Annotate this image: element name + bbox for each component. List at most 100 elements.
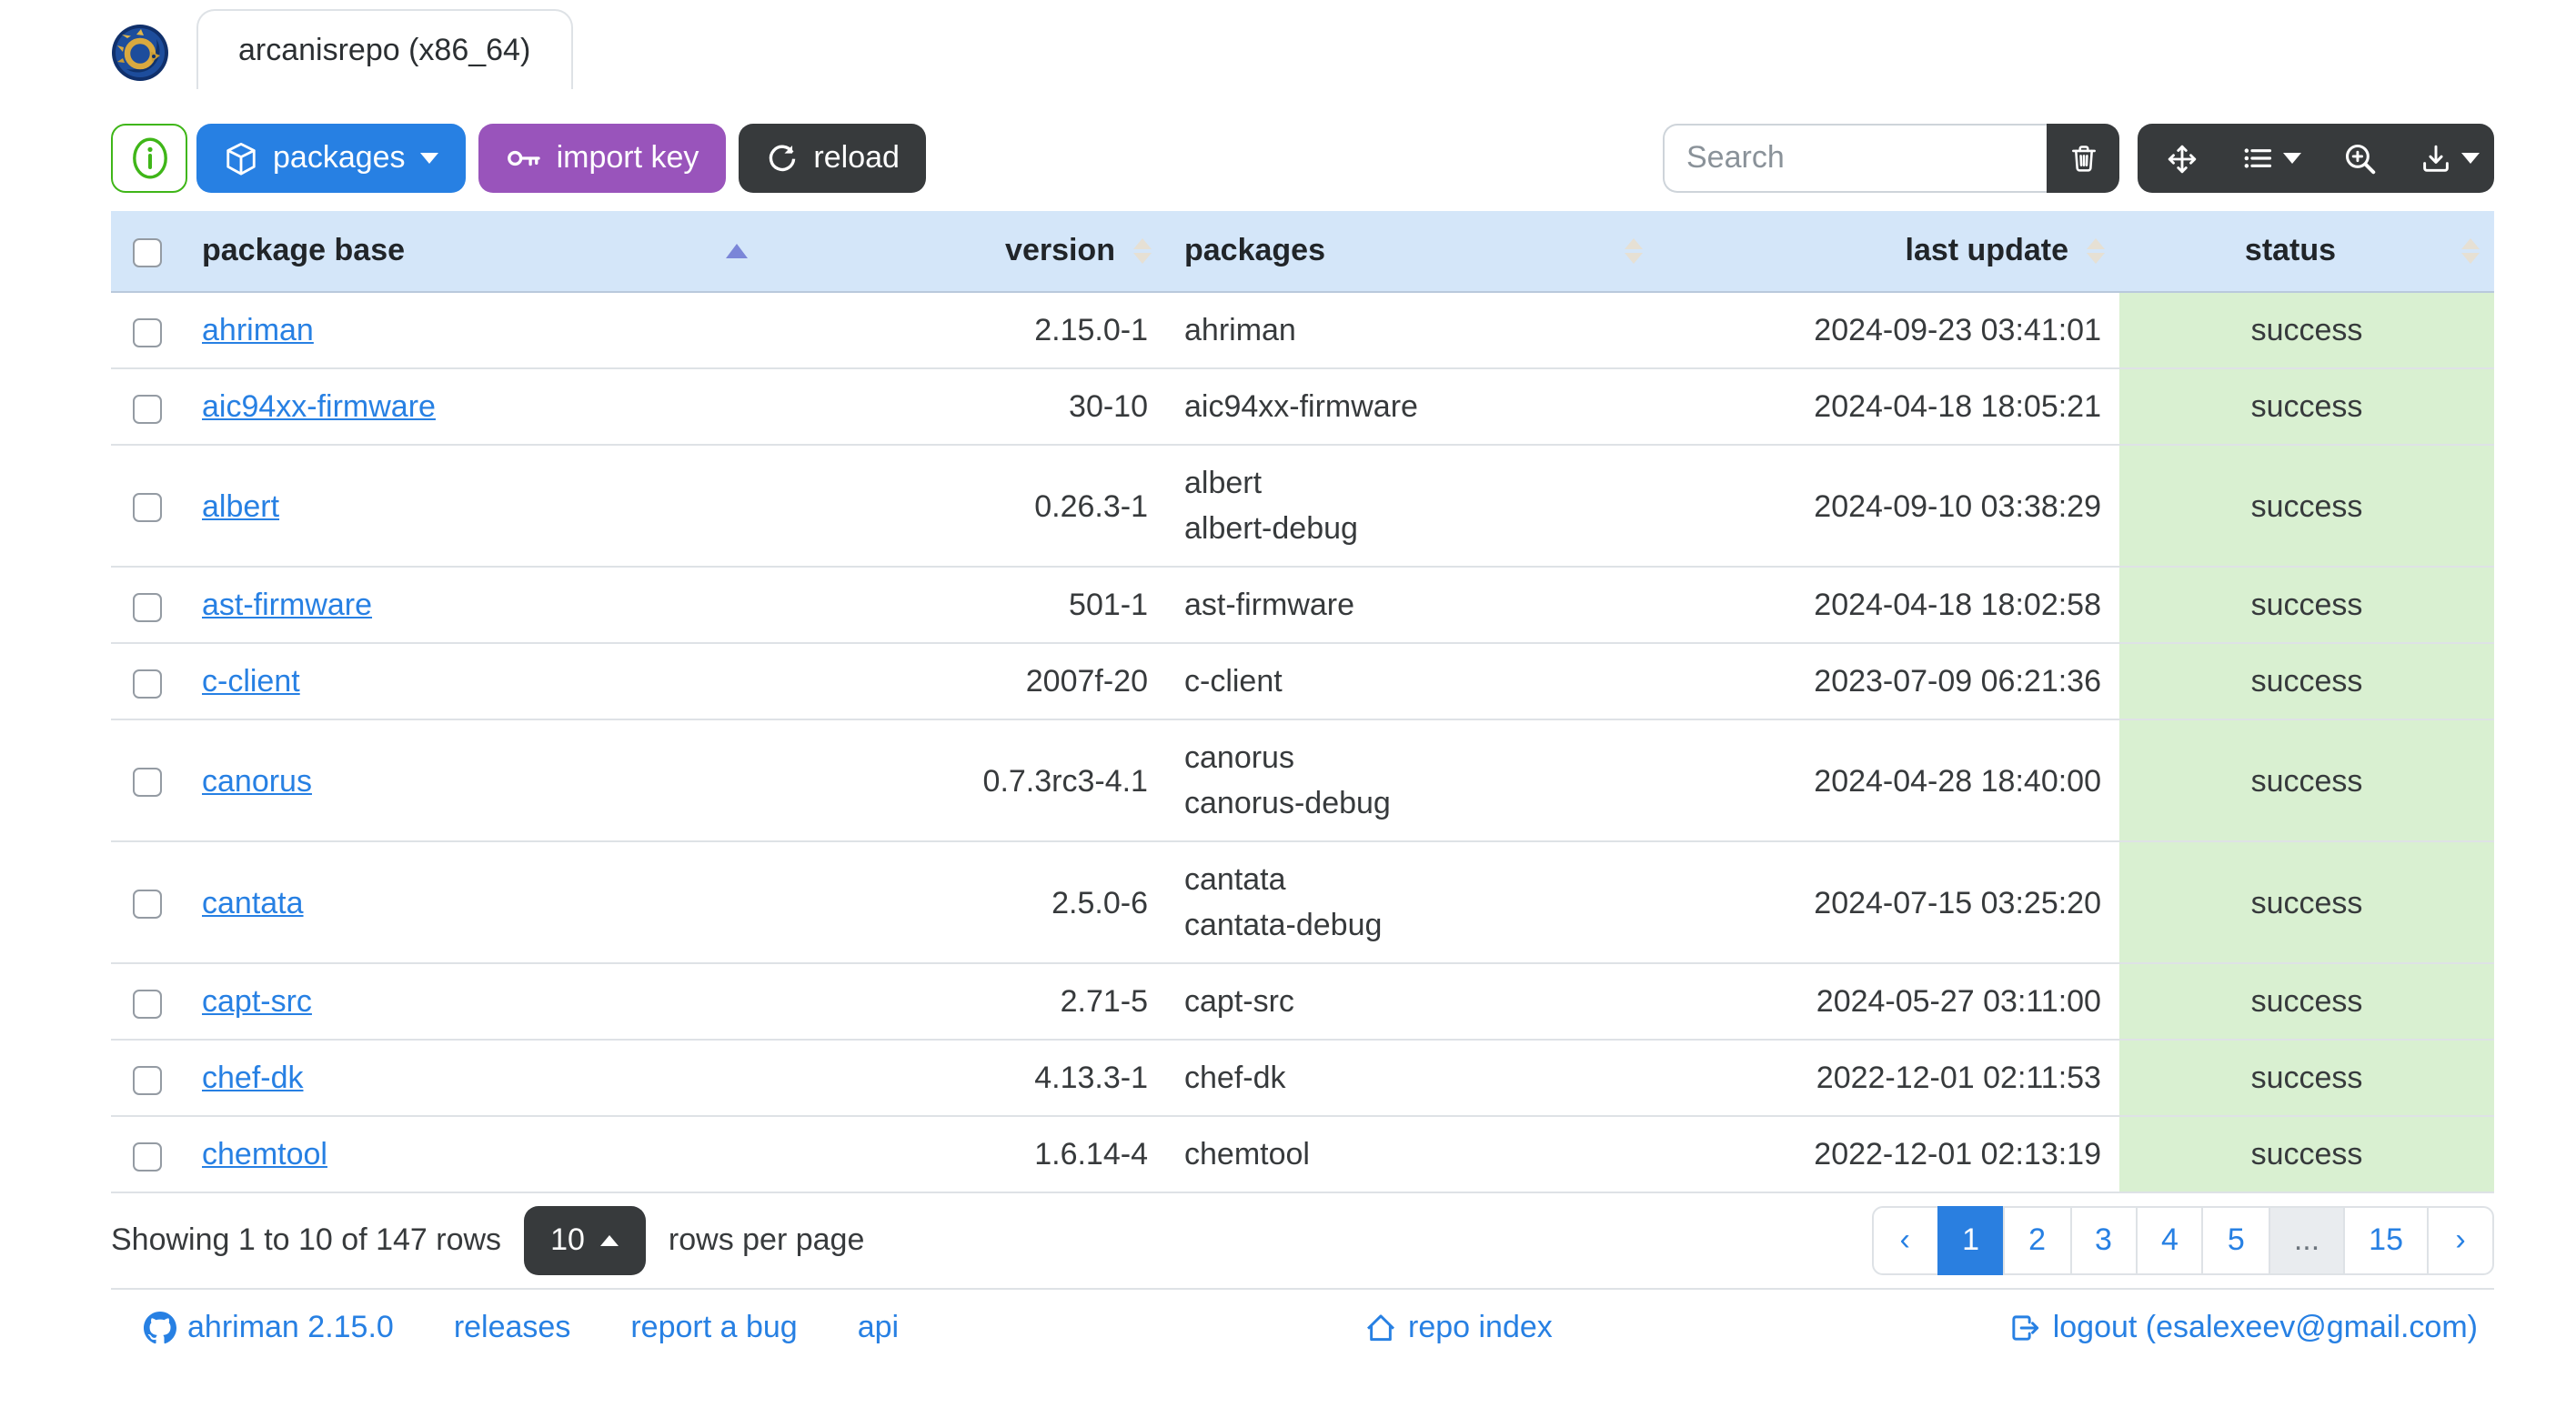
- row-checkbox[interactable]: [133, 1141, 162, 1172]
- row-checkbox[interactable]: [133, 669, 162, 699]
- pagination-page-3[interactable]: 3: [2069, 1206, 2138, 1275]
- sort-both-icon: [1625, 238, 1643, 264]
- status-badge: success: [2119, 1040, 2494, 1117]
- package-base-link[interactable]: ahriman: [202, 313, 314, 347]
- status-badge: success: [2119, 567, 2494, 644]
- version-cell: 2.71-5: [762, 963, 1166, 1041]
- packages-table: package base version packages last updat…: [111, 211, 2494, 1193]
- footer-right: logout (esalexeev@gmail.com): [2009, 1310, 2478, 1353]
- status-badge: success: [2119, 643, 2494, 720]
- tab-repository[interactable]: arcanisrepo (x86_64): [196, 9, 573, 89]
- logout-link[interactable]: logout (esalexeev@gmail.com): [2009, 1310, 2478, 1346]
- status-badge: success: [2119, 445, 2494, 568]
- status-badge: success: [2119, 841, 2494, 964]
- last-update-cell: 2022-12-01 02:11:53: [1657, 1040, 2119, 1117]
- packages-cell: ahriman: [1166, 292, 1657, 369]
- row-checkbox[interactable]: [133, 394, 162, 424]
- search-input[interactable]: [1663, 124, 2047, 193]
- report-bug-link[interactable]: report a bug: [630, 1310, 797, 1346]
- package-base-link[interactable]: cantata: [202, 885, 304, 920]
- table-row: albert 0.26.3-1 albert albert-debug 2024-…: [111, 445, 2494, 568]
- status-badge: success: [2119, 368, 2494, 446]
- search-cluster: [1663, 124, 2494, 193]
- packages-cell: capt-src: [1166, 963, 1657, 1041]
- package-base-link[interactable]: canorus: [202, 763, 312, 798]
- package-base-link[interactable]: albert: [202, 488, 279, 523]
- column-header-last-update[interactable]: last update: [1657, 211, 2119, 293]
- pagination-page-4[interactable]: 4: [2135, 1206, 2204, 1275]
- import-key-button[interactable]: import key: [478, 124, 727, 193]
- packages-cell: cantata cantata-debug: [1166, 841, 1657, 964]
- logout-label: logout (esalexeev@gmail.com): [2052, 1310, 2478, 1344]
- home-icon: [1367, 1314, 1394, 1342]
- row-checkbox[interactable]: [133, 493, 162, 523]
- repo-index-link[interactable]: repo index: [1364, 1310, 1553, 1346]
- key-icon: [507, 150, 540, 166]
- clear-filter-button[interactable]: [2047, 124, 2119, 193]
- package-base-link[interactable]: aic94xx-firmware: [202, 389, 436, 424]
- column-header-packages-label: packages: [1184, 233, 1325, 267]
- row-checkbox[interactable]: [133, 989, 162, 1019]
- column-header-package-base[interactable]: package base: [184, 211, 762, 293]
- last-update-cell: 2024-05-27 03:11:00: [1657, 963, 2119, 1041]
- sort-both-icon: [1133, 238, 1152, 264]
- package-base-link[interactable]: chef-dk: [202, 1061, 304, 1095]
- status-badge: success: [2119, 1116, 2494, 1193]
- ahriman-logo-icon: [112, 25, 168, 81]
- last-update-cell: 2024-04-28 18:40:00: [1657, 719, 2119, 842]
- select-all-checkbox[interactable]: [133, 237, 162, 267]
- pagination-ellipsis: ...: [2268, 1206, 2346, 1275]
- releases-link[interactable]: releases: [454, 1310, 571, 1346]
- row-checkbox[interactable]: [133, 768, 162, 798]
- page-size-dropdown[interactable]: 10: [523, 1206, 647, 1275]
- row-checkbox[interactable]: [133, 592, 162, 622]
- pagination-page-5[interactable]: 5: [2201, 1206, 2270, 1275]
- footer-left-links: ahriman 2.15.0 releases report a bug api: [144, 1310, 899, 1346]
- pagination-prev[interactable]: ‹: [1871, 1206, 1939, 1275]
- info-icon: [132, 137, 166, 179]
- advanced-search-button[interactable]: [2316, 124, 2405, 193]
- version-cell: 501-1: [762, 567, 1166, 644]
- row-checkbox[interactable]: [133, 890, 162, 920]
- column-header-package-base-label: package base: [202, 233, 406, 267]
- status-badge: success: [2119, 719, 2494, 842]
- column-header-version[interactable]: version: [762, 211, 1166, 293]
- package-base-link[interactable]: chemtool: [202, 1137, 327, 1172]
- package-base-link[interactable]: capt-src: [202, 984, 312, 1019]
- packages-cell: albert albert-debug: [1166, 445, 1657, 568]
- column-header-status[interactable]: status: [2119, 211, 2494, 293]
- list-icon: [2244, 148, 2272, 168]
- toolbar: packages import key reload: [111, 124, 2494, 193]
- packages-cell: aic94xx-firmware: [1166, 368, 1657, 446]
- version-cell: 0.7.3rc3-4.1: [762, 719, 1166, 842]
- row-checkbox[interactable]: [133, 1065, 162, 1095]
- package-base-link[interactable]: c-client: [202, 664, 300, 699]
- chevron-down-icon: [419, 153, 438, 164]
- ahriman-version-link[interactable]: ahriman 2.15.0: [144, 1310, 394, 1346]
- chevron-down-icon: [2283, 153, 2301, 164]
- pagination-page-2[interactable]: 2: [2003, 1206, 2071, 1275]
- packages-cell: chemtool: [1166, 1116, 1657, 1193]
- api-link[interactable]: api: [858, 1310, 899, 1346]
- pagination-page-1[interactable]: 1: [1937, 1206, 2006, 1275]
- releases-label: releases: [453, 1310, 571, 1344]
- columns-dropdown-button[interactable]: [2227, 124, 2316, 193]
- pagination-bar: Showing 1 to 10 of 147 rows 10 rows per …: [111, 1206, 2494, 1275]
- table-row: ahriman 2.15.0-1 ahriman 2024-09-23 03:4…: [111, 292, 2494, 369]
- pagination-page-15[interactable]: 15: [2343, 1206, 2429, 1275]
- column-header-last-update-label: last update: [1905, 233, 2069, 267]
- package-box-icon: [226, 141, 256, 175]
- fullscreen-button[interactable]: [2138, 124, 2227, 193]
- version-cell: 30-10: [762, 368, 1166, 446]
- export-dropdown-button[interactable]: [2405, 124, 2494, 193]
- reload-button[interactable]: reload: [739, 124, 927, 193]
- column-header-packages[interactable]: packages: [1166, 211, 1657, 293]
- info-button[interactable]: [111, 124, 187, 193]
- arrows-move-icon: [2168, 144, 2197, 173]
- pagination-next[interactable]: ›: [2427, 1206, 2494, 1275]
- version-cell: 2.5.0-6: [762, 841, 1166, 964]
- row-checkbox[interactable]: [133, 317, 162, 347]
- import-key-button-label: import key: [556, 140, 699, 175]
- package-base-link[interactable]: ast-firmware: [202, 588, 372, 622]
- packages-dropdown-button[interactable]: packages: [196, 124, 466, 193]
